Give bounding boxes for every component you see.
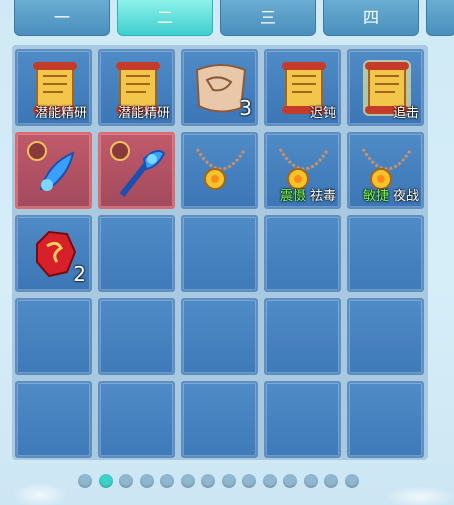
page-dot[interactable] bbox=[180, 474, 195, 488]
inventory-slot-empty[interactable] bbox=[181, 298, 258, 375]
inventory-slot[interactable]: 震慑 祛毒 bbox=[264, 132, 341, 209]
inventory-slot[interactable]: 追击 bbox=[347, 49, 424, 126]
item-count: 3 bbox=[239, 96, 252, 120]
inventory-slot[interactable] bbox=[98, 132, 175, 209]
gold-pendant-necklace-icon bbox=[195, 148, 247, 190]
tab-1[interactable]: 一 bbox=[14, 0, 110, 36]
blue-wand-ornament-icon bbox=[110, 141, 166, 197]
tab-3[interactable]: 三 bbox=[220, 0, 316, 36]
item-count: 2 bbox=[73, 262, 86, 286]
inventory-slot[interactable]: 潜能精研 bbox=[15, 49, 92, 126]
page-dot[interactable] bbox=[119, 474, 133, 488]
inventory-slot-empty[interactable] bbox=[15, 298, 92, 375]
page-dot[interactable] bbox=[303, 474, 318, 488]
inventory-slot-empty[interactable] bbox=[264, 381, 341, 458]
inventory-slot[interactable]: 潜能精研 bbox=[98, 49, 175, 126]
item-label: 迟钝 bbox=[309, 106, 336, 121]
inventory-slot[interactable]: 迟钝 bbox=[264, 49, 341, 126]
item-label: 震慑 祛毒 bbox=[280, 185, 336, 204]
tab-4[interactable]: 四 bbox=[323, 0, 419, 36]
inventory-slot-empty[interactable] bbox=[347, 298, 424, 375]
inventory-slot-empty[interactable] bbox=[347, 215, 424, 292]
page-dot[interactable] bbox=[78, 474, 92, 488]
page-dot[interactable] bbox=[139, 474, 154, 488]
inventory-slot-empty[interactable] bbox=[347, 381, 424, 458]
item-label: 潜能精研 bbox=[117, 106, 170, 121]
item-label: 潜能精研 bbox=[34, 106, 87, 121]
inventory-slot-empty[interactable] bbox=[15, 381, 92, 458]
item-effect: 夜战 bbox=[392, 189, 419, 204]
inventory-slot[interactable]: 3 bbox=[181, 49, 258, 126]
item-tag: 敏捷 bbox=[362, 189, 389, 204]
tab-5-partial[interactable] bbox=[426, 0, 454, 36]
item-tag: 震慑 bbox=[279, 189, 306, 204]
item-label: 追击 bbox=[392, 106, 419, 121]
page-dot[interactable] bbox=[242, 474, 256, 488]
page-dot[interactable] bbox=[283, 474, 297, 488]
page-dot[interactable] bbox=[160, 474, 174, 488]
inventory-slot[interactable]: 2 bbox=[15, 215, 92, 292]
tab-bar: 一 二 三 四 bbox=[14, 0, 454, 40]
item-label: 敏捷 夜战 bbox=[363, 185, 419, 204]
item-effect: 祛毒 bbox=[309, 189, 336, 204]
page-dot[interactable] bbox=[221, 474, 236, 488]
inventory-slot-empty[interactable] bbox=[98, 298, 175, 375]
inventory-slot[interactable] bbox=[181, 132, 258, 209]
inventory-slot-empty[interactable] bbox=[181, 381, 258, 458]
inventory-slot[interactable]: 敏捷 夜战 bbox=[347, 132, 424, 209]
inventory-slot-empty[interactable] bbox=[181, 215, 258, 292]
page-dot[interactable] bbox=[98, 474, 113, 488]
inventory-slot-empty[interactable] bbox=[98, 381, 175, 458]
tab-2[interactable]: 二 bbox=[117, 0, 213, 36]
inventory-slot-empty[interactable] bbox=[98, 215, 175, 292]
page-dot[interactable] bbox=[344, 474, 359, 488]
page-dot[interactable] bbox=[201, 474, 215, 488]
page-dot[interactable] bbox=[262, 474, 277, 488]
page-dot[interactable] bbox=[324, 474, 338, 488]
inventory-slot[interactable] bbox=[15, 132, 92, 209]
inventory-slot-empty[interactable] bbox=[264, 215, 341, 292]
inventory-slot-empty[interactable] bbox=[264, 298, 341, 375]
blue-feather-ornament-icon bbox=[27, 141, 75, 191]
inventory-grid: 潜能精研 潜能精研 3 迟钝 追击 震慑 祛毒 敏捷 夜战 2 bbox=[12, 45, 428, 460]
